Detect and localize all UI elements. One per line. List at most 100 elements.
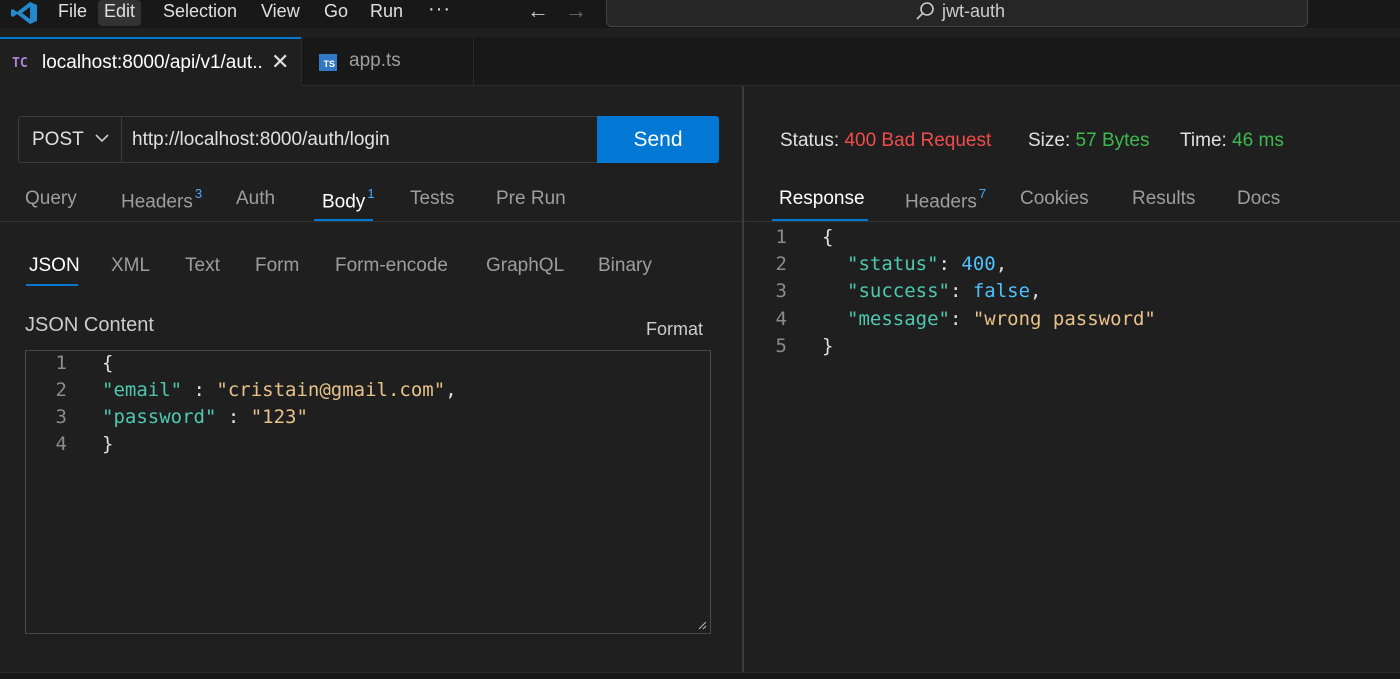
json-key: "message": [847, 308, 950, 330]
panel-divider[interactable]: [742, 86, 744, 679]
tab-results[interactable]: Results: [1132, 188, 1195, 210]
tab-docs[interactable]: Docs: [1237, 188, 1280, 210]
response-tabs-divider: [745, 221, 1400, 222]
code-close-brace: }: [102, 433, 114, 455]
response-open-brace: {: [822, 226, 834, 248]
response-close-brace: }: [822, 335, 834, 357]
body-tab-json[interactable]: JSON: [29, 255, 80, 277]
line-number: 5: [775, 335, 787, 357]
send-button[interactable]: Send: [597, 116, 719, 163]
body-count-badge: 1: [367, 186, 375, 201]
line-number: 3: [775, 280, 787, 302]
title-bar: File Edit Selection View Go Run ··· ← → …: [0, 0, 1400, 28]
close-icon[interactable]: ✕: [271, 49, 289, 75]
tab-auth[interactable]: Auth: [236, 188, 275, 210]
line-number: 1: [775, 226, 787, 248]
json-value: "cristain@gmail.com": [216, 379, 446, 401]
json-colon: :: [949, 280, 973, 302]
time-value: 46 ms: [1232, 130, 1284, 151]
tabs-divider: [0, 221, 742, 222]
time-label: Time:: [1180, 130, 1227, 151]
body-tab-graphql[interactable]: GraphQL: [486, 255, 564, 277]
menu-file[interactable]: File: [52, 0, 93, 26]
json-value: "wrong password": [972, 308, 1156, 330]
json-key: "success": [847, 280, 950, 302]
thunder-client-icon: TC: [12, 56, 28, 71]
tab-response-headers[interactable]: Headers 7: [905, 186, 987, 213]
line-number: 3: [55, 406, 67, 428]
body-tab-binary[interactable]: Binary: [598, 255, 652, 277]
json-separator: :: [216, 406, 251, 428]
typescript-file-icon: TS: [319, 54, 337, 71]
menu-view[interactable]: View: [255, 0, 306, 26]
json-colon: :: [938, 253, 962, 275]
method-label: POST: [32, 129, 84, 150]
json-comma: ,: [445, 379, 457, 401]
tab-cookies[interactable]: Cookies: [1020, 188, 1089, 210]
line-number: 2: [55, 379, 67, 401]
json-value: false: [972, 280, 1031, 302]
response-status: Status: 400 Bad Request: [780, 130, 991, 152]
tab-body-label: Body: [322, 191, 366, 213]
size-label: Size:: [1028, 130, 1071, 151]
tab-response-headers-label: Headers: [905, 191, 977, 213]
json-content-title: JSON Content: [25, 314, 154, 336]
chevron-down-icon: [95, 134, 109, 143]
tab-localhost-request[interactable]: TC localhost:8000/api/v1/aut.. ✕: [0, 37, 301, 86]
body-tab-text[interactable]: Text: [185, 255, 220, 277]
active-body-tab-indicator: [26, 284, 78, 286]
json-key: "password": [102, 406, 217, 428]
status-value: 400 Bad Request: [844, 130, 992, 151]
headers-count-badge: 3: [194, 186, 203, 201]
tab-tests[interactable]: Tests: [410, 188, 454, 210]
json-comma: ,: [995, 253, 1008, 275]
body-tab-xml[interactable]: XML: [111, 255, 150, 277]
back-arrow-icon[interactable]: ←: [527, 0, 549, 22]
vscode-logo-icon: [11, 2, 37, 24]
menu-go[interactable]: Go: [318, 0, 354, 26]
response-size: Size: 57 Bytes: [1028, 130, 1149, 152]
search-icon: [916, 2, 934, 20]
tab-label: localhost:8000/api/v1/aut..: [42, 52, 263, 73]
resize-handle-icon[interactable]: [698, 621, 707, 630]
tab-response[interactable]: Response: [779, 188, 865, 210]
tab-pre-run[interactable]: Pre Run: [496, 188, 566, 210]
line-number: 4: [775, 308, 787, 330]
json-value: "123": [250, 406, 308, 428]
url-input[interactable]: [121, 116, 598, 163]
format-button[interactable]: Format: [646, 319, 703, 340]
menu-selection[interactable]: Selection: [157, 0, 243, 26]
response-line-message: "message": "wrong password": [847, 306, 1156, 333]
editor-tabs-bar: TC localhost:8000/api/v1/aut.. ✕ app.ts …: [0, 37, 1400, 86]
body-tab-form[interactable]: Form: [255, 255, 299, 277]
json-value: 400: [961, 253, 996, 275]
code-open-brace: {: [102, 352, 114, 374]
json-key: "email": [102, 379, 183, 401]
status-label: Status:: [780, 130, 840, 151]
response-line-status: "status": 400,: [847, 251, 1007, 278]
tab-query[interactable]: Query: [25, 188, 77, 210]
menu-edit[interactable]: Edit: [98, 0, 142, 26]
forward-arrow-icon[interactable]: →: [565, 0, 587, 22]
tab-headers-label: Headers: [121, 191, 193, 213]
json-colon: :: [949, 308, 973, 330]
tab-label: app.ts: [349, 50, 401, 71]
menu-run[interactable]: Run: [364, 0, 409, 26]
search-label: jwt-auth: [942, 1, 1006, 21]
response-headers-count-badge: 7: [978, 186, 987, 201]
line-number: 1: [55, 352, 67, 374]
method-select[interactable]: POST: [18, 116, 121, 163]
response-line-success: "success": false,: [847, 278, 1042, 305]
line-number: 2: [775, 253, 787, 275]
tab-body[interactable]: Body 1: [322, 186, 375, 213]
bottom-panel-edge: [0, 672, 1400, 679]
response-time: Time: 46 ms: [1180, 130, 1284, 152]
body-tab-form-encode[interactable]: Form-encode: [335, 255, 448, 277]
json-comma: ,: [1030, 280, 1042, 302]
code-line-email: "email" : "cristain@gmail.com",: [102, 377, 457, 404]
line-number: 4: [55, 433, 67, 455]
tab-headers[interactable]: Headers 3: [121, 186, 203, 213]
json-key: "status": [847, 253, 939, 275]
size-value: 57 Bytes: [1075, 130, 1150, 151]
more-menu-icon[interactable]: ···: [428, 0, 451, 19]
